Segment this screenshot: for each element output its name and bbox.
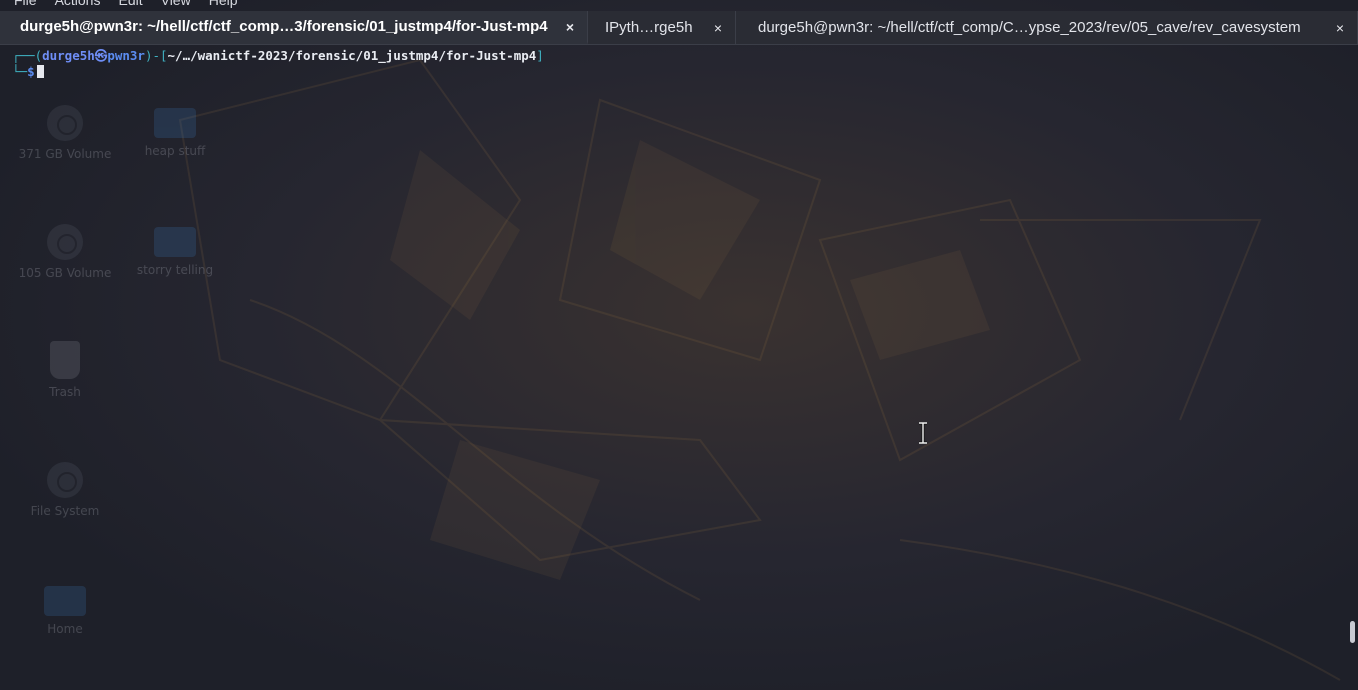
- text-cursor: [36, 65, 44, 78]
- close-icon[interactable]: ×: [1333, 20, 1347, 36]
- prompt-line-top: ┌──(durge5h㉿pwn3r)-[~/…/wanictf-2023/for…: [12, 48, 544, 64]
- tab-ipython[interactable]: IPyth…rge5h ×: [588, 11, 736, 44]
- prompt-separator: ㉿: [94, 48, 108, 63]
- menu-bar: File Actions Edit View Help: [0, 0, 1358, 8]
- prompt-close: ]: [536, 48, 544, 63]
- menu-file[interactable]: File: [14, 0, 37, 8]
- prompt-user: durge5h: [42, 48, 95, 63]
- menu-help[interactable]: Help: [209, 0, 238, 8]
- ibeam-cursor-icon: [919, 422, 927, 444]
- terminal-window: 371 GB Volume heap stuff 105 GB Volume s…: [0, 0, 1358, 690]
- tab-label: durge5h@pwn3r: ~/hell/ctf/ctf_comp…3/for…: [20, 18, 548, 35]
- prompt-corner-top: ┌──(: [12, 48, 43, 63]
- prompt-line-input[interactable]: └─$: [12, 64, 44, 80]
- close-icon[interactable]: ×: [711, 20, 725, 36]
- prompt-host: pwn3r: [107, 48, 145, 63]
- scrollbar-thumb[interactable]: [1350, 621, 1355, 643]
- menu-actions[interactable]: Actions: [55, 0, 101, 8]
- tab-forensic-justmp4[interactable]: durge5h@pwn3r: ~/hell/ctf/ctf_comp…3/for…: [0, 11, 588, 44]
- tab-bar: durge5h@pwn3r: ~/hell/ctf/ctf_comp…3/for…: [0, 11, 1358, 45]
- prompt-path: ~/…/wanictf-2023/forensic/01_justmp4/for…: [167, 48, 537, 63]
- prompt-corner-bottom: └─: [12, 64, 28, 79]
- terminal-output[interactable]: ┌──(durge5h㉿pwn3r)-[~/…/wanictf-2023/for…: [0, 45, 1358, 690]
- prompt-dollar: $: [27, 64, 35, 79]
- tab-label: IPyth…rge5h: [605, 19, 693, 36]
- menu-edit[interactable]: Edit: [118, 0, 142, 8]
- tab-label: durge5h@pwn3r: ~/hell/ctf/ctf_comp/C…yps…: [758, 19, 1301, 36]
- tab-rev-cavesystem[interactable]: durge5h@pwn3r: ~/hell/ctf/ctf_comp/C…yps…: [736, 11, 1358, 44]
- menu-view[interactable]: View: [161, 0, 191, 8]
- prompt-mid: )-[: [144, 48, 168, 63]
- close-icon[interactable]: ×: [563, 19, 577, 35]
